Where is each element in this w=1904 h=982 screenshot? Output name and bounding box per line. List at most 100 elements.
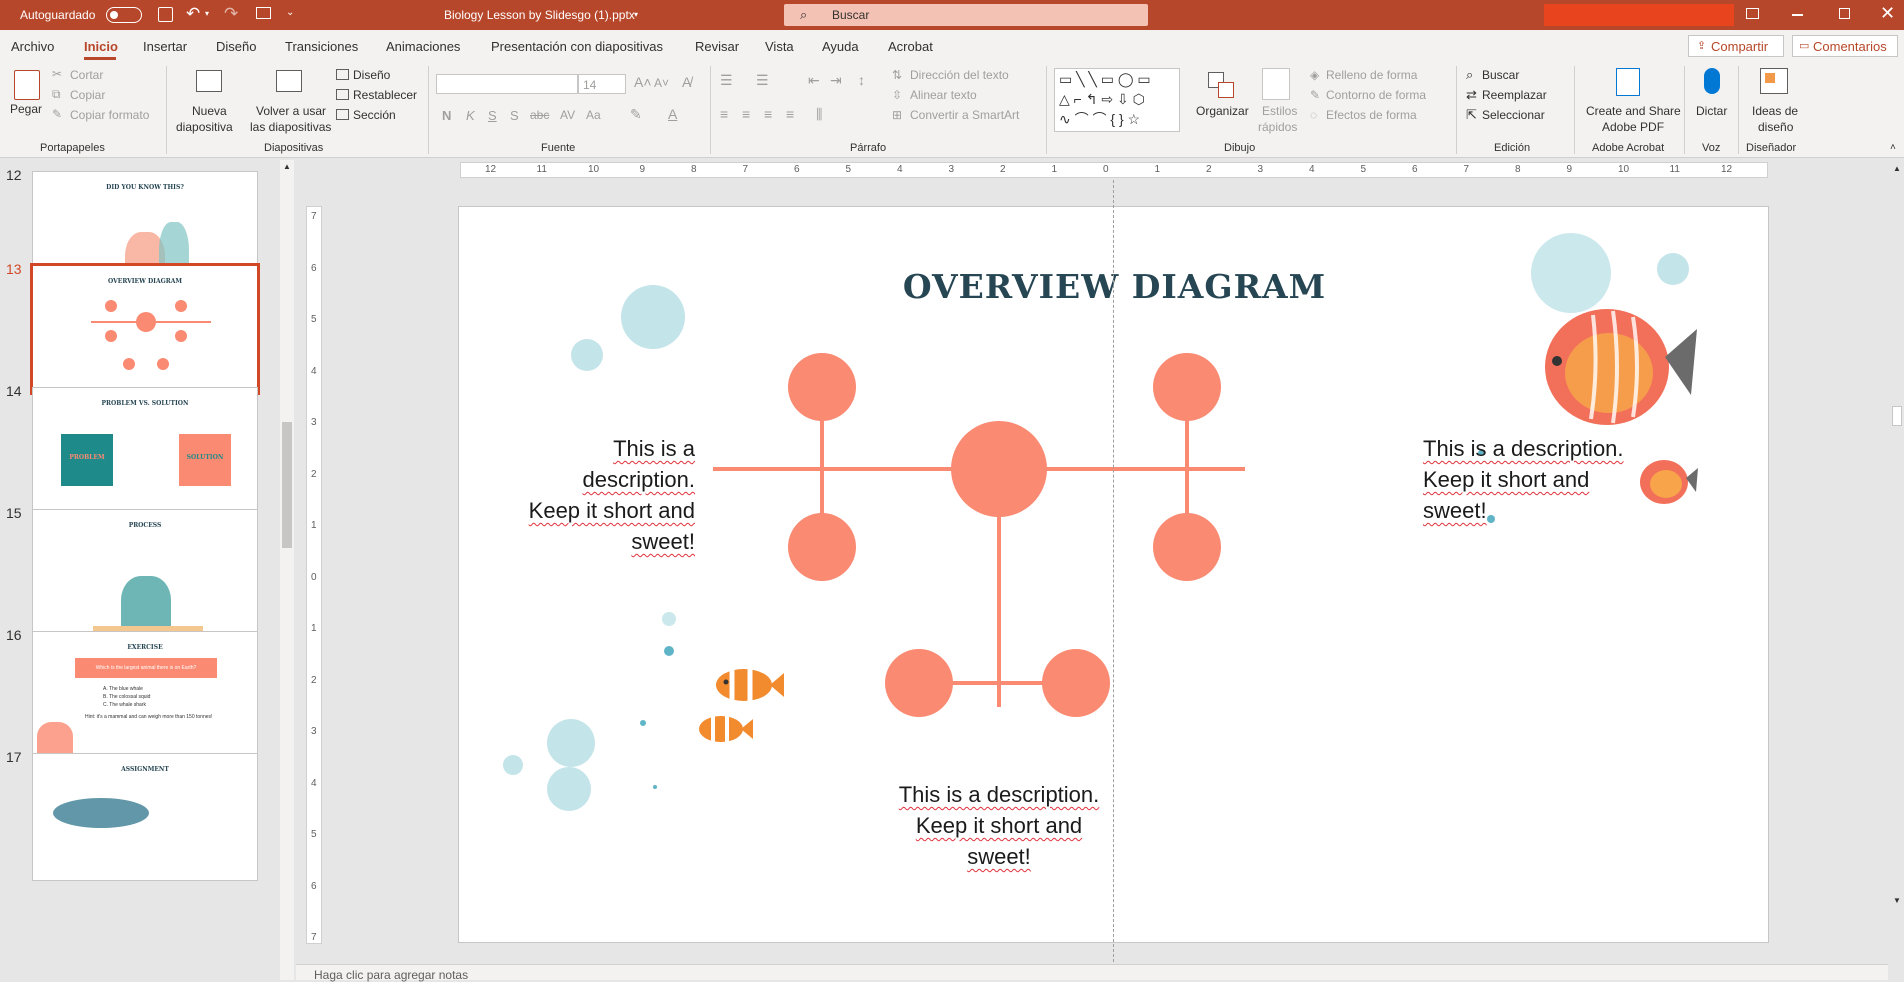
slide-title[interactable]: OVERVIEW DIAGRAM (459, 267, 1770, 306)
cut-button[interactable]: Cortar (70, 68, 103, 82)
description-bottom[interactable]: This is a description. Keep it short and… (889, 779, 1109, 872)
font-size-box[interactable]: 14 (578, 74, 626, 94)
underline-icon[interactable]: S (488, 108, 497, 123)
align-center-icon[interactable]: ≡ (742, 106, 750, 122)
bold-icon[interactable]: N (442, 108, 451, 123)
tab-transiciones[interactable]: Transiciones (285, 39, 358, 54)
tab-ayuda[interactable]: Ayuda (822, 39, 859, 54)
increase-indent-icon[interactable]: ⇥ (830, 72, 842, 89)
section-button[interactable]: Sección (353, 108, 396, 122)
bullets-icon[interactable]: ☰ (720, 72, 733, 89)
tab-revisar[interactable]: Revisar (695, 39, 739, 54)
scroll-up-arrow-icon[interactable]: ▲ (283, 162, 291, 171)
collapse-ribbon-icon[interactable]: ˄ (1890, 142, 1896, 153)
align-left-icon[interactable]: ≡ (720, 106, 728, 122)
columns-icon[interactable]: ⫼ (816, 106, 822, 123)
align-text-button[interactable]: Alinear texto (910, 88, 977, 102)
quick-styles-icon[interactable] (1262, 68, 1290, 100)
change-case-icon[interactable]: Aa (586, 108, 601, 122)
shrink-font-icon[interactable]: A˅ (654, 76, 669, 90)
minimize-icon[interactable] (1792, 14, 1803, 16)
new-slide-icon[interactable] (196, 70, 222, 92)
save-icon[interactable] (158, 7, 173, 22)
shapes-gallery[interactable]: ▭ ╲ ╲ ▭ ◯ ▭ △ ⌐ ↰ ⇨ ⇩ ⬡ ∿ ⌒ ⌒ { } ☆ (1054, 68, 1180, 132)
scrollbar-thumb[interactable] (1892, 406, 1902, 426)
reuse-slides-icon[interactable] (276, 70, 302, 92)
shape-fill-button[interactable]: Relleno de forma (1326, 68, 1417, 82)
autosave-toggle[interactable] (106, 7, 142, 23)
notes-pane[interactable]: Haga clic para agregar notas (296, 964, 1888, 982)
slide-thumbnail-17[interactable]: ASSIGNMENT (32, 753, 258, 881)
shadow-icon[interactable]: S (510, 108, 519, 123)
format-painter-button[interactable]: Copiar formato (70, 108, 149, 122)
search-box[interactable]: ⌕ Buscar (784, 4, 1148, 26)
quick-styles-button[interactable]: Estilos (1262, 104, 1297, 118)
new-slide-button[interactable]: Nueva (192, 104, 227, 118)
create-pdf-button[interactable]: Create and Share (1586, 104, 1681, 118)
scroll-up-arrow-icon[interactable]: ▲ (1893, 164, 1901, 173)
arrange-button[interactable]: Organizar (1196, 104, 1249, 118)
char-spacing-icon[interactable]: AV (560, 108, 575, 122)
grow-font-icon[interactable]: A˄ (634, 74, 652, 90)
slide-thumbnail-16[interactable]: EXERCISE Which is the largest animal the… (32, 631, 258, 759)
copy-button[interactable]: Copiar (70, 88, 105, 102)
start-presentation-icon[interactable] (256, 7, 271, 19)
title-chevron-icon[interactable]: ▾ (634, 10, 638, 19)
tab-diseno[interactable]: Diseño (216, 39, 256, 54)
tab-archivo[interactable]: Archivo (11, 39, 54, 54)
maximize-icon[interactable] (1839, 8, 1850, 19)
align-right-icon[interactable]: ≡ (764, 106, 772, 122)
redo-icon[interactable]: ↷ (224, 4, 238, 24)
strikethrough-icon[interactable]: abc (530, 108, 549, 122)
scroll-down-arrow-icon[interactable]: ▼ (1893, 896, 1901, 905)
shape-effects-button[interactable]: Efectos de forma (1326, 108, 1417, 122)
arrange-icon[interactable] (1208, 72, 1236, 100)
microphone-icon[interactable] (1704, 68, 1720, 94)
close-icon[interactable]: ✕ (1880, 3, 1895, 24)
paste-icon[interactable] (14, 70, 40, 100)
slide-thumbnail-15[interactable]: PROCESS (32, 509, 258, 637)
description-right[interactable]: This is a description. Keep it short and… (1423, 433, 1633, 526)
reuse-slides-button[interactable]: Volver a usar (256, 104, 326, 118)
justify-icon[interactable]: ≡ (786, 106, 794, 122)
canvas-scrollbar[interactable]: ▲ ▼ (1890, 160, 1904, 964)
replace-button[interactable]: Reemplazar (1482, 88, 1547, 102)
share-button[interactable]: ⇪ Compartir (1688, 35, 1784, 57)
design-ideas-button[interactable]: Ideas de (1752, 104, 1798, 118)
tab-presentacion[interactable]: Presentación con diapositivas (491, 39, 663, 54)
thumbnails-scrollbar[interactable]: ▲ (280, 160, 294, 980)
find-button[interactable]: Buscar (1482, 68, 1519, 82)
text-direction-button[interactable]: Dirección del texto (910, 68, 1009, 82)
design-ideas-icon[interactable] (1760, 68, 1788, 94)
font-name-box[interactable] (436, 74, 578, 94)
dictate-button[interactable]: Dictar (1696, 104, 1727, 118)
smartart-button[interactable]: Convertir a SmartArt (910, 108, 1019, 122)
account-area[interactable] (1544, 4, 1734, 26)
line-spacing-icon[interactable]: ↕ (858, 72, 865, 88)
font-color-icon[interactable]: A (668, 106, 677, 122)
clear-format-icon[interactable]: A̸ (682, 74, 691, 90)
reset-button[interactable]: Restablecer (353, 88, 417, 102)
undo-icon[interactable]: ↶ (186, 4, 200, 24)
slide-thumbnail-14[interactable]: PROBLEM VS. SOLUTION PROBLEM SOLUTION (32, 387, 258, 515)
description-left[interactable]: This is a description. Keep it short and… (499, 433, 695, 557)
customize-toolbar-icon[interactable]: ⌄ (286, 7, 294, 18)
highlight-icon[interactable]: ✎ (630, 106, 642, 123)
undo-dropdown-icon[interactable]: ▾ (205, 9, 209, 18)
scrollbar-thumb[interactable] (282, 422, 292, 548)
tab-acrobat[interactable]: Acrobat (888, 39, 933, 54)
tab-inicio[interactable]: Inicio (84, 39, 118, 54)
tab-insertar[interactable]: Insertar (143, 39, 187, 54)
ribbon-display-icon[interactable] (1746, 8, 1759, 19)
select-button[interactable]: Seleccionar (1482, 108, 1545, 122)
slide-thumbnail-13-selected[interactable]: OVERVIEW DIAGRAM (30, 263, 260, 395)
tab-vista[interactable]: Vista (765, 39, 794, 54)
tab-animaciones[interactable]: Animaciones (386, 39, 460, 54)
comments-button[interactable]: ▭ Comentarios (1792, 35, 1898, 57)
italic-icon[interactable]: K (466, 108, 475, 123)
paste-button[interactable]: Pegar (10, 102, 42, 116)
create-pdf-icon[interactable] (1616, 68, 1640, 96)
numbering-icon[interactable]: ☰ (756, 72, 769, 89)
shape-outline-button[interactable]: Contorno de forma (1326, 88, 1426, 102)
decrease-indent-icon[interactable]: ⇤ (808, 72, 820, 89)
